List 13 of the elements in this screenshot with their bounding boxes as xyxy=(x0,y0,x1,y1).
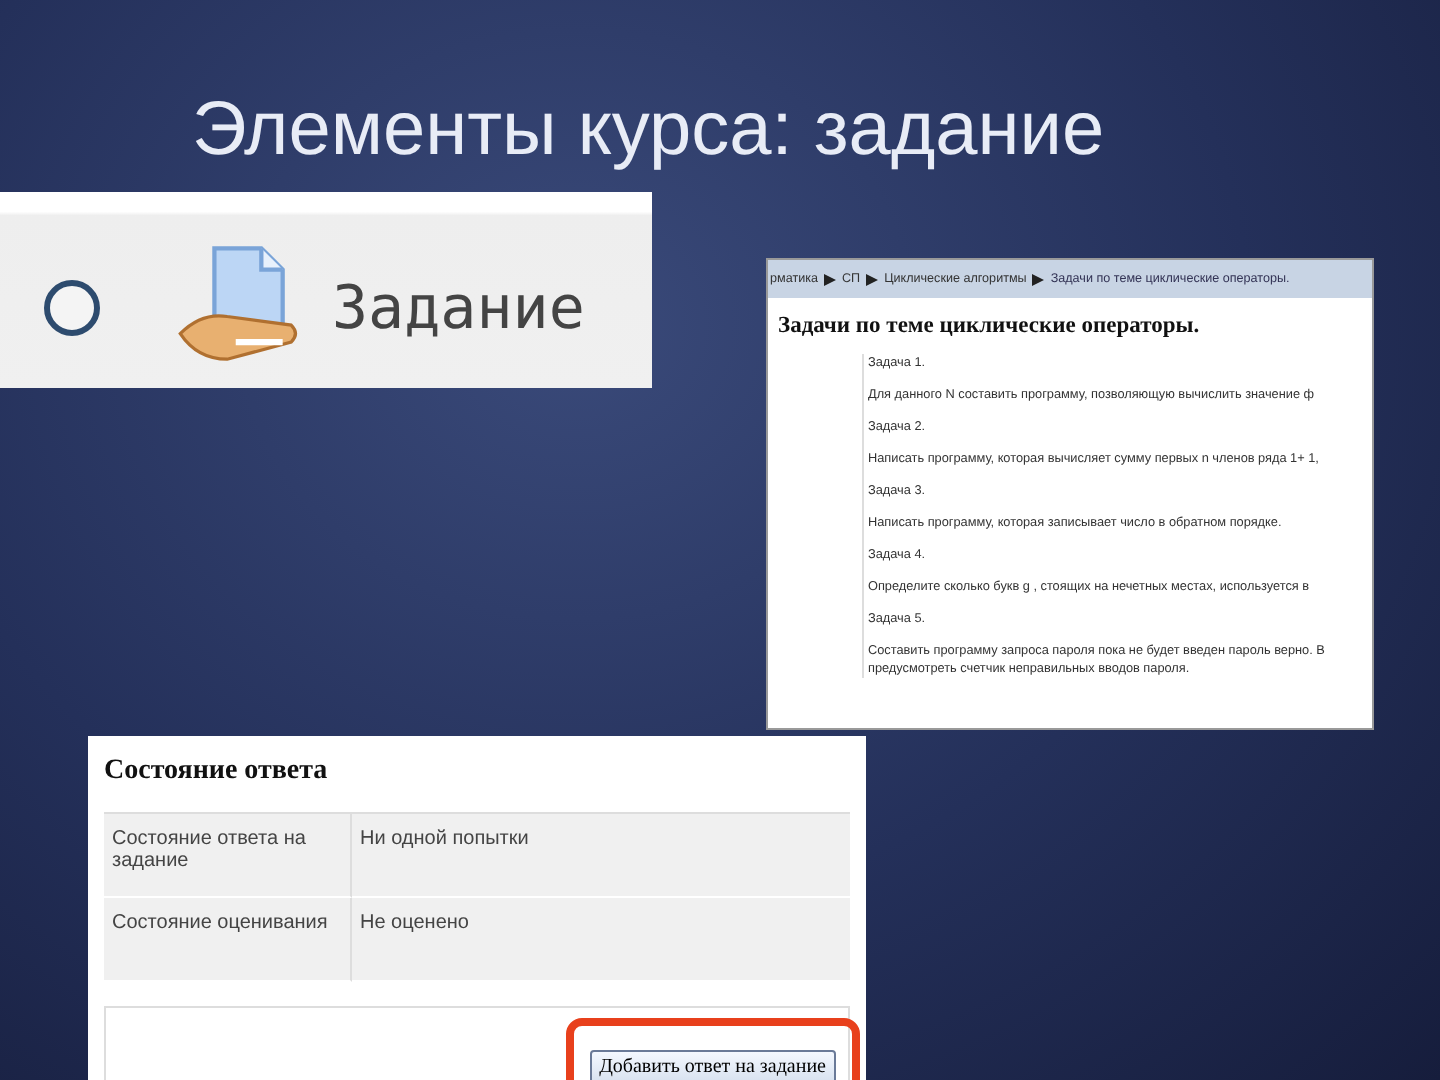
table-cell: Состояние ответа на задание xyxy=(104,814,352,898)
table-cell: Ни одной попытки xyxy=(352,814,850,898)
activity-label[interactable]: Задание xyxy=(332,273,585,343)
slide-title: Элементы курса: задание xyxy=(192,88,1105,174)
radio-button[interactable] xyxy=(44,280,100,336)
triangle-icon xyxy=(866,273,879,285)
table-cell: Состояние оценивания xyxy=(104,898,352,982)
page-heading: Задачи по теме циклические операторы. xyxy=(776,312,1202,342)
add-submission-button[interactable]: Добавить ответ на задание xyxy=(589,1050,836,1080)
triangle-icon xyxy=(1032,273,1045,285)
triangle-icon xyxy=(824,273,836,285)
section-heading: Состояние ответа xyxy=(104,756,330,788)
table-cell: Не оценено xyxy=(352,898,850,982)
